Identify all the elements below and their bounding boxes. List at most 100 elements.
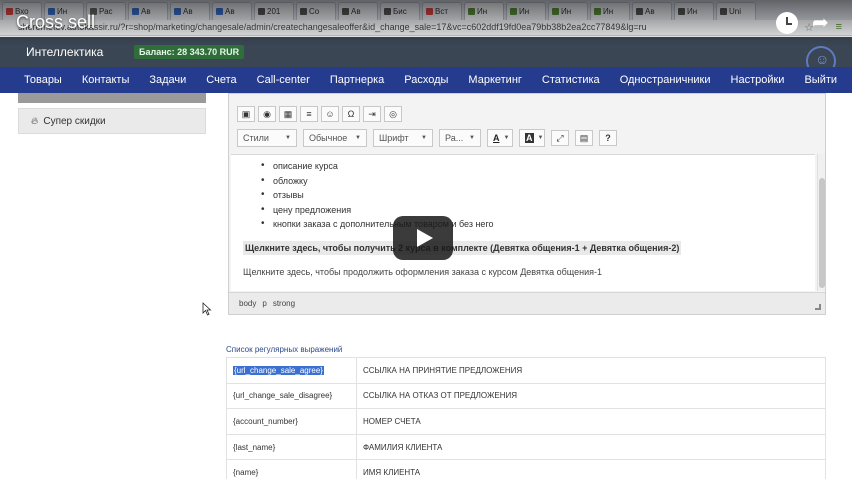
regex-key[interactable]: {last_name}: [226, 433, 357, 461]
list-item: описание курса: [261, 160, 494, 176]
app-header: Интеллектика Баланс: 28 343.70 RUR: [0, 37, 852, 67]
insert-image-icon[interactable]: ▣: [237, 106, 255, 122]
regex-value: ФАМИЛИЯ КЛИЕНТА: [356, 433, 826, 461]
tab-label: Ав: [141, 7, 151, 16]
element-path-bar: body p strong: [229, 292, 825, 314]
nav-item-affiliate[interactable]: Партнерка: [330, 74, 384, 86]
tab-label: Ав: [351, 7, 361, 16]
editor-toolbar-row-3: Стили ▼ Обычное ▼ Шрифт ▼ Ра... ▼ A ▼ A …: [237, 128, 617, 148]
watch-later-icon[interactable]: [776, 12, 798, 34]
video-title[interactable]: Cross sell: [16, 12, 95, 33]
smiley-icon[interactable]: ☺: [321, 106, 339, 122]
regex-value: ИМЯ КЛИЕНТА: [356, 459, 826, 479]
address-bar[interactable]: sheremetev.autokassir.ru/?r=shop/marketi…: [0, 20, 852, 36]
browser-tab[interactable]: Ин: [464, 2, 504, 20]
nav-item-tasks[interactable]: Задачи: [149, 74, 186, 86]
tab-label: Со: [309, 7, 320, 16]
browser-tab[interactable]: Ин: [590, 2, 630, 20]
iframe-icon[interactable]: ◎: [384, 106, 402, 122]
tab-favicon-icon: [132, 8, 139, 15]
browser-tab[interactable]: Ин: [674, 2, 714, 20]
sidebar-item-super-discounts[interactable]: 🔥︎ Супер скидки: [18, 108, 206, 134]
tab-favicon-icon: [384, 8, 391, 15]
tab-label: Ав: [225, 7, 235, 16]
format-dropdown[interactable]: Обычное ▼: [303, 129, 367, 147]
horizontal-line-icon[interactable]: ≡: [300, 106, 318, 122]
tab-label: Ин: [561, 7, 572, 16]
nav-item-marketing[interactable]: Маркетинг: [468, 74, 521, 86]
nav-item-landing-pages[interactable]: Одностраничники: [620, 74, 711, 86]
font-size-dropdown[interactable]: Ра... ▼: [439, 129, 481, 147]
browser-tab[interactable]: Ав: [212, 2, 252, 20]
browser-tab[interactable]: Ав: [632, 2, 672, 20]
regex-key[interactable]: {account_number}: [226, 408, 357, 435]
regex-key[interactable]: {url_change_sale_agree}: [233, 365, 324, 375]
insert-table-icon[interactable]: ▦: [279, 106, 297, 122]
chevron-down-icon: ▼: [285, 135, 291, 141]
text-color-button[interactable]: A ▼: [487, 129, 513, 147]
regex-key-cell[interactable]: {url_change_sale_agree}: [226, 357, 357, 384]
path-body[interactable]: body: [239, 299, 256, 308]
brand-name[interactable]: Интеллектика: [26, 45, 103, 59]
show-blocks-icon[interactable]: ▤: [575, 130, 593, 146]
editor-scrollbar[interactable]: [817, 154, 825, 291]
share-icon[interactable]: ➦: [812, 10, 829, 35]
video-play-button[interactable]: [393, 216, 453, 260]
continue-order-link[interactable]: Щелкните здесь, чтобы продолжить оформле…: [243, 267, 602, 277]
tab-label: Вст: [435, 7, 448, 16]
nav-item-call-center[interactable]: Call-center: [257, 74, 310, 86]
tab-favicon-icon: [468, 8, 475, 15]
browser-tab[interactable]: Uni: [716, 2, 756, 20]
styles-dropdown-label: Стили: [243, 133, 269, 143]
browser-menu-icon[interactable]: ≡: [836, 21, 842, 33]
styles-dropdown[interactable]: Стили ▼: [237, 129, 297, 147]
format-dropdown-label: Обычное: [309, 133, 348, 143]
table-row: {name} ИМЯ КЛИЕНТА: [226, 459, 826, 479]
page-break-icon[interactable]: ⇥: [363, 106, 381, 122]
sidebar-active-item[interactable]: [18, 93, 206, 103]
nav-item-contacts[interactable]: Контакты: [82, 74, 130, 86]
special-char-icon[interactable]: Ω: [342, 106, 360, 122]
list-item: кнопки заказа с дополнительным товаром и…: [261, 218, 494, 234]
browser-tab[interactable]: Ин: [548, 2, 588, 20]
bg-color-button[interactable]: A ▼: [519, 129, 545, 147]
font-size-dropdown-label: Ра...: [445, 133, 464, 143]
maximize-icon[interactable]: ⤢: [551, 130, 569, 146]
browser-tab[interactable]: Ав: [128, 2, 168, 20]
browser-tab[interactable]: Ав: [170, 2, 210, 20]
path-p[interactable]: p: [262, 299, 266, 308]
regex-key[interactable]: {url_change_sale_disagree}: [226, 382, 357, 410]
rich-text-editor: ▣ ◉ ▦ ≡ ☺ Ω ⇥ ◎ Стили ▼ Обычное ▼ Шрифт …: [228, 93, 826, 315]
tab-favicon-icon: [552, 8, 559, 15]
nav-item-settings[interactable]: Настройки: [731, 74, 785, 86]
help-icon[interactable]: ?: [599, 130, 617, 146]
nav-item-statistics[interactable]: Статистика: [542, 74, 600, 86]
nav-item-expenses[interactable]: Расходы: [404, 74, 448, 86]
browser-tab[interactable]: Со: [296, 2, 336, 20]
get-bundle-link[interactable]: Щелкните здесь, чтобы получить 2 курса в…: [243, 241, 682, 255]
regex-key[interactable]: {name}: [226, 459, 357, 479]
font-dropdown[interactable]: Шрифт ▼: [373, 129, 433, 147]
font-dropdown-label: Шрифт: [379, 133, 409, 143]
nav-item-invoices[interactable]: Счета: [206, 74, 236, 86]
tab-label: Ин: [687, 7, 698, 16]
tab-favicon-icon: [510, 8, 517, 15]
browser-tab[interactable]: Вст: [422, 2, 462, 20]
editor-content[interactable]: описание курса обложку отзывы цену предл…: [231, 154, 815, 291]
nav-item-logout[interactable]: Выйти: [804, 74, 837, 86]
insert-flash-icon[interactable]: ◉: [258, 106, 276, 122]
browser-tab[interactable]: Ин: [506, 2, 546, 20]
browser-tab[interactable]: Бис: [380, 2, 420, 20]
bg-color-icon: A: [525, 133, 534, 143]
nav-item-products[interactable]: Товары: [24, 74, 62, 86]
path-strong[interactable]: strong: [273, 299, 295, 308]
browser-tab[interactable]: 201: [254, 2, 294, 20]
scrollbar-thumb[interactable]: [819, 178, 825, 288]
tab-label: Ин: [603, 7, 614, 16]
list-item: цену предложения: [261, 204, 494, 220]
url-text[interactable]: sheremetev.autokassir.ru/?r=shop/marketi…: [18, 22, 647, 32]
table-row: {url_change_sale_disagree} ССЫЛКА НА ОТК…: [226, 382, 826, 410]
resize-handle[interactable]: [815, 304, 821, 310]
tab-label: Ав: [183, 7, 193, 16]
browser-tab[interactable]: Ав: [338, 2, 378, 20]
